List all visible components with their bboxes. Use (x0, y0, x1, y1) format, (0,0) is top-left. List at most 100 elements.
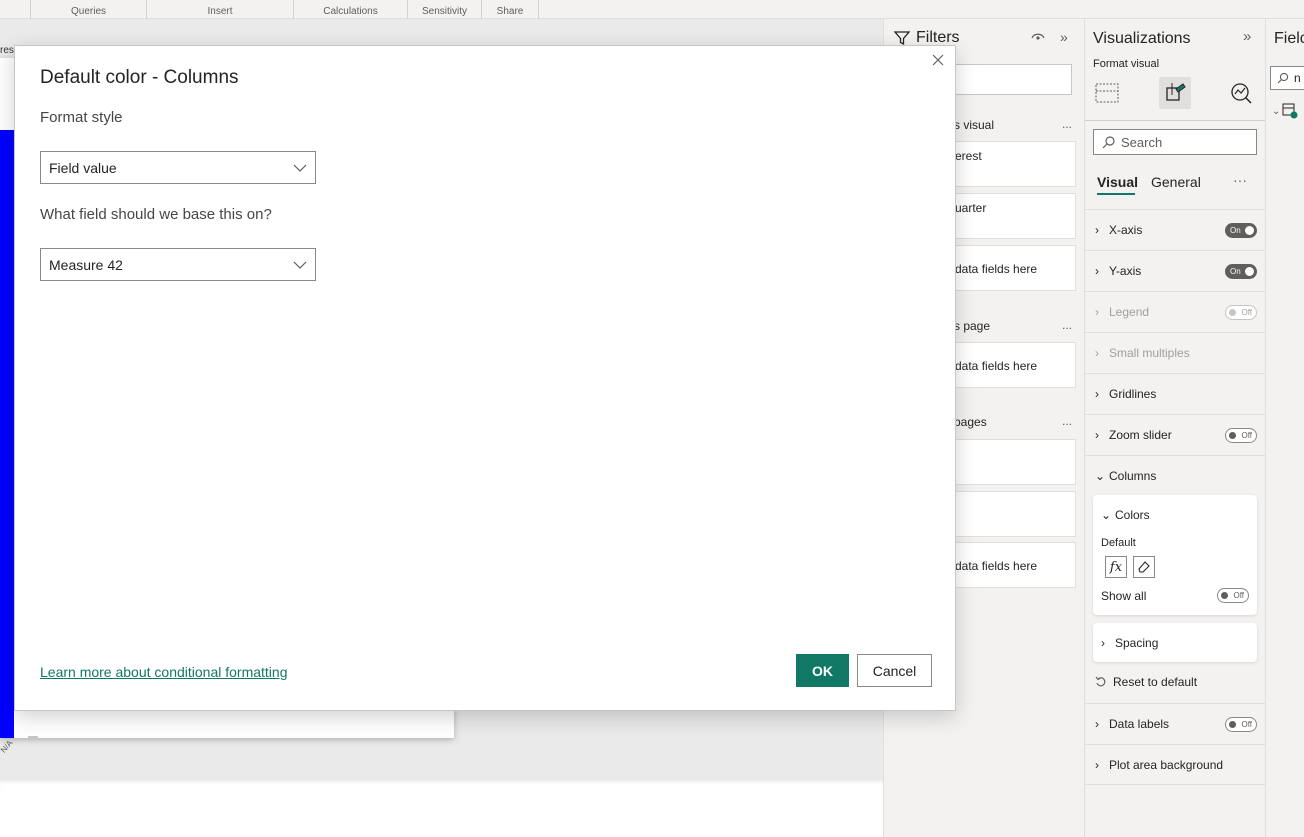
section-label: Small multiples (1109, 346, 1190, 360)
reset-to-default-button[interactable]: Reset to default (1095, 675, 1197, 689)
close-icon[interactable] (929, 51, 947, 69)
section-gridlines[interactable]: › Gridlines (1085, 373, 1266, 414)
visual-title-fragment: res (0, 45, 14, 56)
section-y-axis[interactable]: › Y-axis On (1085, 250, 1266, 291)
filters-this-page-label: s page (954, 319, 991, 333)
ribbon-group-queries[interactable]: Queries (30, 0, 146, 19)
section-zoom-slider[interactable]: › Zoom slider Off (1085, 414, 1266, 455)
colors-title: Colors (1115, 508, 1150, 522)
spacing-label: Spacing (1115, 635, 1159, 650)
reset-icon (1095, 676, 1106, 687)
chart-column[interactable] (0, 130, 14, 738)
y-axis-toggle[interactable]: On (1225, 263, 1257, 279)
section-x-axis[interactable]: › X-axis On (1085, 209, 1266, 250)
chevron-right-icon: › (1095, 717, 1099, 731)
colors-header[interactable]: ⌄ Colors (1101, 508, 1150, 522)
ribbon: Queries Insert Calculations Sensitivity … (0, 0, 1304, 19)
filters-all-pages-label: pages (954, 415, 987, 429)
reset-label: Reset to default (1113, 675, 1198, 689)
eye-icon[interactable] (1031, 31, 1045, 43)
format-style-value: Field value (49, 159, 117, 176)
fields-pane: Fielc n ⌄ (1265, 19, 1304, 837)
default-color-label: Default (1101, 537, 1136, 549)
filters-this-visual-more[interactable]: ... (1062, 117, 1072, 131)
conditional-formatting-dialog: Default color - Columns Format style Fie… (14, 45, 956, 711)
chevron-down-icon (293, 164, 307, 172)
more-options-icon[interactable]: ··· (1233, 172, 1247, 188)
divider (1085, 120, 1266, 121)
section-label: Data labels (1109, 717, 1170, 731)
chevron-right-icon: › (1095, 305, 1099, 319)
format-search-placeholder: Search (1121, 134, 1163, 150)
search-icon (1102, 135, 1115, 148)
section-columns[interactable]: ⌄ Columns (1085, 455, 1266, 496)
section-label: X-axis (1109, 223, 1143, 237)
data-labels-toggle[interactable]: Off (1225, 716, 1257, 732)
section-plot-area-background[interactable]: › Plot area background (1085, 744, 1266, 785)
build-visual-icon[interactable] (1091, 77, 1123, 109)
fields-search-placeholder: n (1294, 71, 1301, 85)
filters-all-pages-more[interactable]: ... (1062, 414, 1072, 428)
format-style-label: Format style (40, 109, 123, 126)
base-field-label: What field should we base this on? (40, 206, 272, 223)
fields-search-input[interactable]: n (1270, 66, 1304, 90)
section-small-multiples[interactable]: › Small multiples (1085, 332, 1266, 373)
legend-toggle[interactable]: Off (1225, 304, 1257, 320)
chevron-down-icon: ⌄ (1272, 105, 1281, 117)
format-search-input[interactable]: Search (1093, 129, 1257, 155)
section-label: Gridlines (1109, 387, 1157, 401)
dialog-title: Default color - Columns (40, 67, 239, 88)
eraser-icon[interactable] (1133, 556, 1155, 578)
chevron-right-icon: › (1095, 428, 1099, 442)
chevron-right-icon: › (1095, 346, 1099, 360)
show-all-toggle[interactable]: Off (1217, 588, 1249, 603)
section-legend[interactable]: › Legend Off (1085, 291, 1266, 332)
canvas-footer-area (0, 780, 883, 837)
format-style-dropdown[interactable]: Field value (40, 151, 316, 184)
section-label: Y-axis (1109, 264, 1142, 278)
zoom-slider-toggle[interactable]: Off (1225, 427, 1257, 443)
ribbon-group-calculations[interactable]: Calculations (293, 0, 407, 19)
learn-more-link[interactable]: Learn more about conditional formatting (40, 664, 287, 680)
filters-this-visual-label: s visual (954, 118, 995, 132)
spacing-card[interactable]: › Spacing (1093, 623, 1257, 662)
section-data-labels[interactable]: › Data labels Off (1085, 703, 1266, 744)
format-visual-icon[interactable] (1159, 77, 1191, 109)
resize-handle-bottom[interactable] (28, 736, 38, 740)
chevron-right-icon: › (1095, 387, 1099, 401)
ok-button[interactable]: OK (796, 654, 849, 687)
fields-title: Fielc (1274, 30, 1304, 47)
x-axis-toggle[interactable]: On (1225, 222, 1257, 238)
filter-icon (894, 31, 910, 46)
search-icon (1277, 72, 1289, 84)
ribbon-group-insert[interactable]: Insert (146, 0, 293, 19)
fields-table-item[interactable]: ⌄ (1272, 103, 1298, 119)
collapse-filters-icon[interactable]: » (1060, 29, 1068, 45)
tab-visual[interactable]: Visual (1097, 174, 1138, 190)
format-visual-label: Format visual (1093, 58, 1160, 70)
cancel-button[interactable]: Cancel (857, 654, 932, 687)
colors-card: ⌄ Colors Default fx Show all Off (1093, 495, 1257, 615)
table-icon (1282, 103, 1298, 119)
chevron-down-icon: ⌄ (1095, 469, 1106, 483)
ribbon-group-sensitivity[interactable]: Sensitivity (407, 0, 481, 19)
ribbon-group-share[interactable]: Share (481, 0, 539, 19)
base-field-value: Measure 42 (49, 256, 123, 273)
chevron-right-icon: › (1095, 264, 1099, 278)
chevron-right-icon: › (1095, 757, 1099, 772)
filters-this-page-more[interactable]: ... (1062, 318, 1072, 332)
tab-general[interactable]: General (1151, 174, 1201, 190)
visualizations-pane: Visualizations » Format visual Search Vi… (1084, 19, 1266, 837)
section-label: Zoom slider (1109, 428, 1172, 442)
section-label: Columns (1109, 469, 1157, 483)
collapse-visualizations-icon[interactable]: » (1243, 28, 1251, 45)
analytics-icon[interactable] (1225, 77, 1257, 109)
base-field-dropdown[interactable]: Measure 42 (40, 248, 316, 281)
active-tab-indicator (1097, 193, 1135, 195)
chevron-down-icon: ⌄ (1101, 508, 1112, 522)
visualizations-title: Visualizations (1093, 30, 1191, 47)
show-all-label: Show all (1101, 589, 1147, 603)
chevron-down-icon (293, 261, 307, 269)
fx-button[interactable]: fx (1105, 556, 1127, 578)
section-label: Plot area background (1109, 757, 1224, 772)
